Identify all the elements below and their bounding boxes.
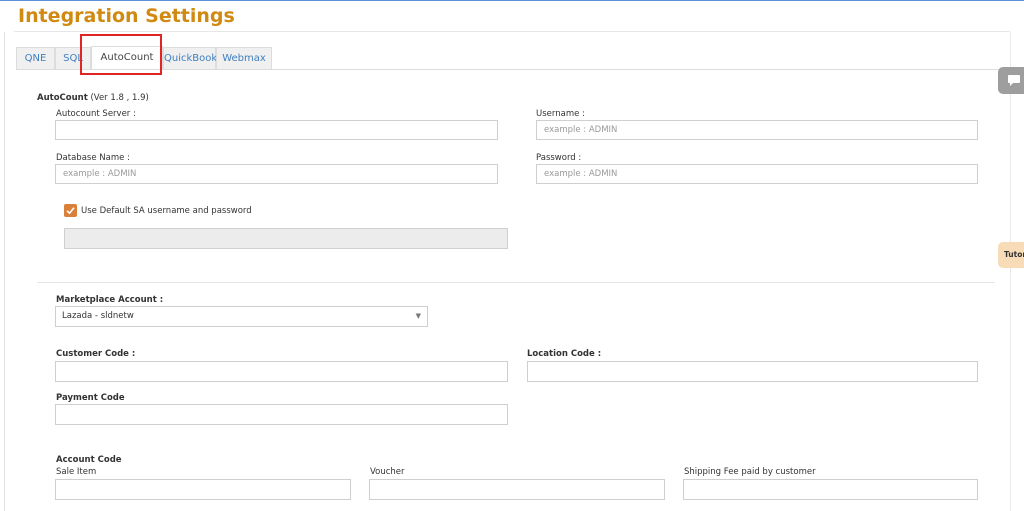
autocount-version: (Ver 1.8 , 1.9)	[90, 93, 149, 103]
tab-baseline	[16, 69, 1010, 70]
tab-quickbook[interactable]: QuickBook	[163, 47, 217, 69]
customer-code-label: Customer Code :	[56, 349, 136, 359]
autocount-server-label: Autocount Server :	[56, 109, 136, 119]
tab-sql[interactable]: SQL	[55, 47, 91, 69]
section-divider	[37, 282, 995, 283]
marketplace-account-value: Lazada - sldnetw	[62, 311, 134, 321]
tab-qne[interactable]: QNE	[16, 47, 55, 69]
default-sa-label: Use Default SA username and password	[81, 206, 252, 216]
autocount-title: AutoCount	[37, 93, 88, 103]
customer-code-input[interactable]	[55, 361, 508, 382]
dropdown-caret-icon: ▼	[415, 312, 421, 320]
account-code-heading: Account Code	[56, 455, 122, 465]
page-title: Integration Settings	[18, 5, 235, 27]
tab-webmax[interactable]: Webmax	[216, 47, 272, 69]
marketplace-account-label: Marketplace Account :	[56, 295, 164, 305]
panel-left-border	[4, 32, 5, 511]
chat-bubble-icon	[1008, 75, 1020, 86]
panel-right-border	[1010, 32, 1011, 511]
location-code-input[interactable]	[527, 361, 978, 382]
chat-widget-button[interactable]	[998, 67, 1024, 94]
voucher-input[interactable]	[369, 479, 665, 500]
username-label: Username :	[536, 109, 585, 119]
payment-code-label: Payment Code	[56, 393, 125, 403]
tutorial-tab[interactable]: Tutor	[998, 242, 1024, 268]
top-border	[0, 0, 1024, 1]
shipping-fee-label: Shipping Fee paid by customer	[684, 467, 816, 477]
database-name-input[interactable]	[55, 164, 498, 184]
shipping-fee-input[interactable]	[683, 479, 978, 500]
default-sa-checkbox[interactable]	[64, 204, 77, 217]
voucher-label: Voucher	[370, 467, 405, 477]
password-label: Password :	[536, 153, 582, 163]
sale-item-label: Sale Item	[56, 467, 97, 477]
tab-autocount[interactable]: AutoCount	[91, 46, 163, 70]
autocount-server-input[interactable]	[55, 120, 498, 140]
database-name-label: Database Name :	[56, 153, 130, 163]
username-input[interactable]	[536, 120, 978, 140]
sa-credentials-field	[64, 228, 508, 249]
sale-item-input[interactable]	[55, 479, 351, 500]
marketplace-account-select[interactable]: Lazada - sldnetw ▼	[55, 306, 428, 327]
payment-code-input[interactable]	[55, 404, 508, 425]
checkmark-icon	[66, 207, 75, 215]
location-code-label: Location Code :	[527, 349, 602, 359]
autocount-heading: AutoCount (Ver 1.8 , 1.9)	[37, 93, 149, 103]
title-divider	[14, 31, 1010, 32]
password-input[interactable]	[536, 164, 978, 184]
